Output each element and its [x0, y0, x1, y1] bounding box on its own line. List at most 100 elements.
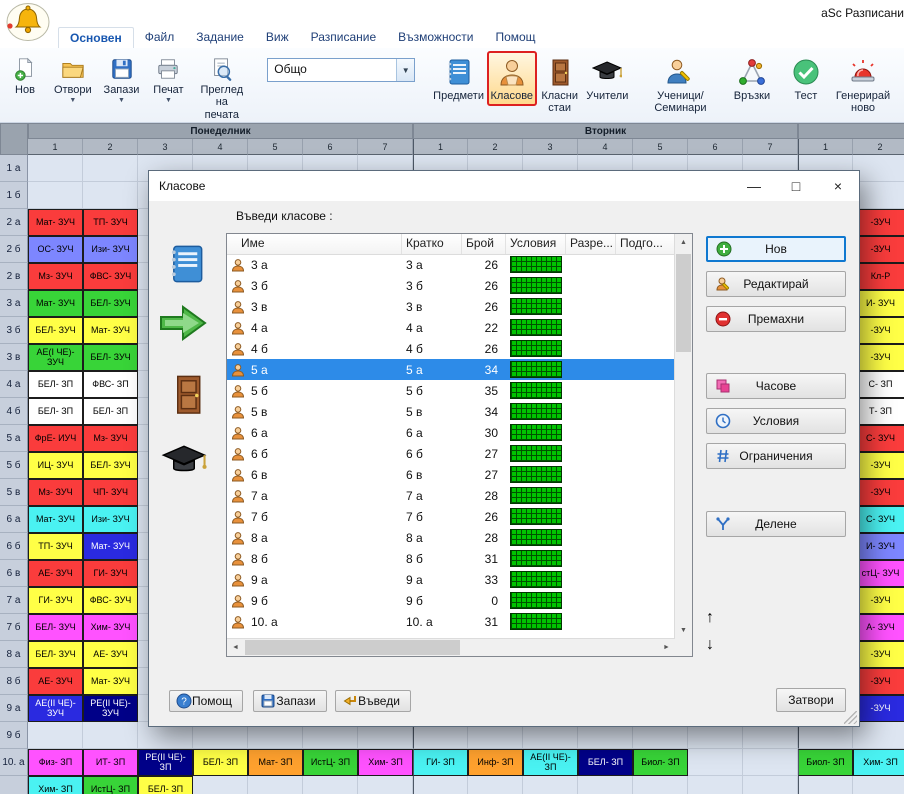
- toolbar-save-button[interactable]: Запази▼: [98, 51, 146, 108]
- empty-timetable-cell[interactable]: [83, 155, 138, 182]
- horizontal-scrollbar[interactable]: [227, 638, 675, 656]
- lesson-cell[interactable]: ФрЕ- ИУЧ: [28, 425, 83, 452]
- timetable-row-header[interactable]: 5 в: [0, 479, 28, 506]
- lesson-cell[interactable]: -ЗУЧ: [853, 344, 904, 371]
- timetable-row-header[interactable]: 7 а: [0, 587, 28, 614]
- lessons-button[interactable]: Часове: [706, 373, 846, 399]
- lesson-cell[interactable]: Мат- ЗУЧ: [28, 506, 83, 533]
- lesson-cell[interactable]: БЕЛ- ЗП: [28, 371, 83, 398]
- lesson-cell[interactable]: ИТ- ЗП: [83, 749, 138, 776]
- lesson-cell[interactable]: АЕ- ЗУЧ: [83, 641, 138, 668]
- column-header[interactable]: Кратко: [402, 234, 462, 254]
- chevron-down-icon[interactable]: [396, 59, 414, 81]
- lesson-cell[interactable]: А- ЗУЧ: [853, 614, 904, 641]
- lesson-cell[interactable]: ГИ- ЗУЧ: [83, 560, 138, 587]
- lesson-cell[interactable]: ФВС- ЗУЧ: [83, 587, 138, 614]
- empty-timetable-cell[interactable]: [798, 776, 853, 794]
- lesson-cell[interactable]: БЕЛ- ЗП: [578, 749, 633, 776]
- empty-timetable-cell[interactable]: [853, 722, 904, 749]
- lesson-cell[interactable]: -ЗУЧ: [853, 668, 904, 695]
- column-header[interactable]: Брой: [462, 234, 506, 254]
- empty-timetable-cell[interactable]: [853, 182, 904, 209]
- toolbar-links-button[interactable]: Връзки: [729, 51, 775, 106]
- vertical-scrollbar[interactable]: [674, 234, 692, 639]
- lesson-cell[interactable]: ГИ- ЗУЧ: [28, 587, 83, 614]
- lesson-cell[interactable]: -ЗУЧ: [853, 317, 904, 344]
- class-row[interactable]: 9 а9 а33: [227, 569, 675, 590]
- class-row[interactable]: 5 б5 б35: [227, 380, 675, 401]
- lesson-cell[interactable]: Хим- ЗП: [853, 749, 904, 776]
- toolbar-clipped-button[interactable]: Пр: [897, 51, 904, 106]
- close-dialog-button[interactable]: Затвори: [776, 688, 846, 712]
- scroll-down-icon[interactable]: [675, 622, 692, 639]
- time-off-button[interactable]: Условия: [706, 408, 846, 434]
- empty-timetable-cell[interactable]: [688, 776, 743, 794]
- lesson-cell[interactable]: -ЗУЧ: [853, 479, 904, 506]
- lesson-cell[interactable]: ИЦ- ЗУЧ: [28, 452, 83, 479]
- empty-timetable-cell[interactable]: [633, 776, 688, 794]
- lesson-cell[interactable]: Мат- ЗУЧ: [28, 209, 83, 236]
- save-button[interactable]: Запази: [253, 690, 327, 712]
- column-header[interactable]: Разре...: [566, 234, 616, 254]
- asc-logo-icon[interactable]: [3, 1, 51, 43]
- timetable-row-header[interactable]: [0, 776, 28, 794]
- lesson-cell[interactable]: -ЗУЧ: [853, 209, 904, 236]
- lesson-cell[interactable]: Хим- ЗП: [28, 776, 83, 794]
- lesson-cell[interactable]: Мз- ЗУЧ: [28, 263, 83, 290]
- lesson-cell[interactable]: БЕЛ- ЗУЧ: [28, 641, 83, 668]
- lesson-cell[interactable]: Физ- ЗП: [28, 749, 83, 776]
- lesson-cell[interactable]: Т- ЗП: [853, 398, 904, 425]
- lesson-cell[interactable]: Инф- ЗП: [468, 749, 523, 776]
- timetable-row-header[interactable]: 2 а: [0, 209, 28, 236]
- lesson-cell[interactable]: ФВС- ЗУЧ: [83, 263, 138, 290]
- lesson-cell[interactable]: стЦ- ЗУЧ: [853, 560, 904, 587]
- menu-tab-1[interactable]: Файл: [134, 27, 186, 48]
- dialog-titlebar[interactable]: Класове —□×: [149, 171, 859, 201]
- toolbar-new-button[interactable]: Нов: [2, 51, 48, 100]
- lesson-cell[interactable]: С- ЗУЧ: [853, 425, 904, 452]
- toolbar-students-button[interactable]: Ученици/Семинари: [632, 51, 729, 119]
- menu-tab-0[interactable]: Основен: [58, 27, 134, 48]
- lesson-cell[interactable]: Мз- ЗУЧ: [83, 425, 138, 452]
- column-header[interactable]: Подго...: [616, 234, 675, 254]
- class-row[interactable]: 3 в3 в26: [227, 296, 675, 317]
- empty-timetable-cell[interactable]: [853, 776, 904, 794]
- timetable-row-header[interactable]: 3 б: [0, 317, 28, 344]
- remove-button[interactable]: Премахни: [706, 306, 846, 332]
- lesson-cell[interactable]: Мат- ЗУЧ: [83, 533, 138, 560]
- toolbar-generate-button[interactable]: Генерирай ново: [829, 51, 897, 119]
- lesson-cell[interactable]: Биол- ЗП: [633, 749, 688, 776]
- class-row[interactable]: 4 б4 б26: [227, 338, 675, 359]
- lesson-cell[interactable]: ЧП- ЗУЧ: [83, 479, 138, 506]
- lesson-cell[interactable]: ФВС- ЗП: [83, 371, 138, 398]
- lesson-cell[interactable]: Хим- ЗУЧ: [83, 614, 138, 641]
- timetable-row-header[interactable]: 3 в: [0, 344, 28, 371]
- toolbar-teachers-button[interactable]: Учители: [583, 51, 632, 106]
- lesson-cell[interactable]: Мз- ЗУЧ: [28, 479, 83, 506]
- class-row[interactable]: 3 б3 б26: [227, 275, 675, 296]
- timetable-row-header[interactable]: 3 а: [0, 290, 28, 317]
- timetable-row-header[interactable]: 1 б: [0, 182, 28, 209]
- scroll-left-icon[interactable]: [227, 639, 244, 656]
- empty-timetable-cell[interactable]: [743, 749, 798, 776]
- empty-timetable-cell[interactable]: [28, 722, 83, 749]
- empty-timetable-cell[interactable]: [303, 776, 358, 794]
- menu-tab-6[interactable]: Помощ: [484, 27, 546, 48]
- empty-timetable-cell[interactable]: [578, 776, 633, 794]
- toolbar-open-button[interactable]: Отвори▼: [48, 51, 98, 108]
- help-button[interactable]: ?Помощ: [169, 690, 243, 712]
- dropdown-arrow-icon[interactable]: ▼: [165, 97, 172, 104]
- empty-timetable-cell[interactable]: [358, 776, 413, 794]
- timetable-row-header[interactable]: 2 в: [0, 263, 28, 290]
- lesson-cell[interactable]: И- ЗУЧ: [853, 533, 904, 560]
- timetable-row-header[interactable]: 6 в: [0, 560, 28, 587]
- class-row[interactable]: 10. а10. а31: [227, 611, 675, 632]
- lesson-cell[interactable]: БЕЛ- ЗП: [138, 776, 193, 794]
- scroll-up-icon[interactable]: [675, 234, 692, 251]
- new-button[interactable]: Нов: [706, 236, 846, 262]
- timetable-row-header[interactable]: 1 а: [0, 155, 28, 182]
- timetable-row-header[interactable]: 5 б: [0, 452, 28, 479]
- lesson-cell[interactable]: -ЗУЧ: [853, 641, 904, 668]
- timetable-row-header[interactable]: 2 б: [0, 236, 28, 263]
- lesson-cell[interactable]: АЕ(I ЧЕ)- ЗУЧ: [28, 344, 83, 371]
